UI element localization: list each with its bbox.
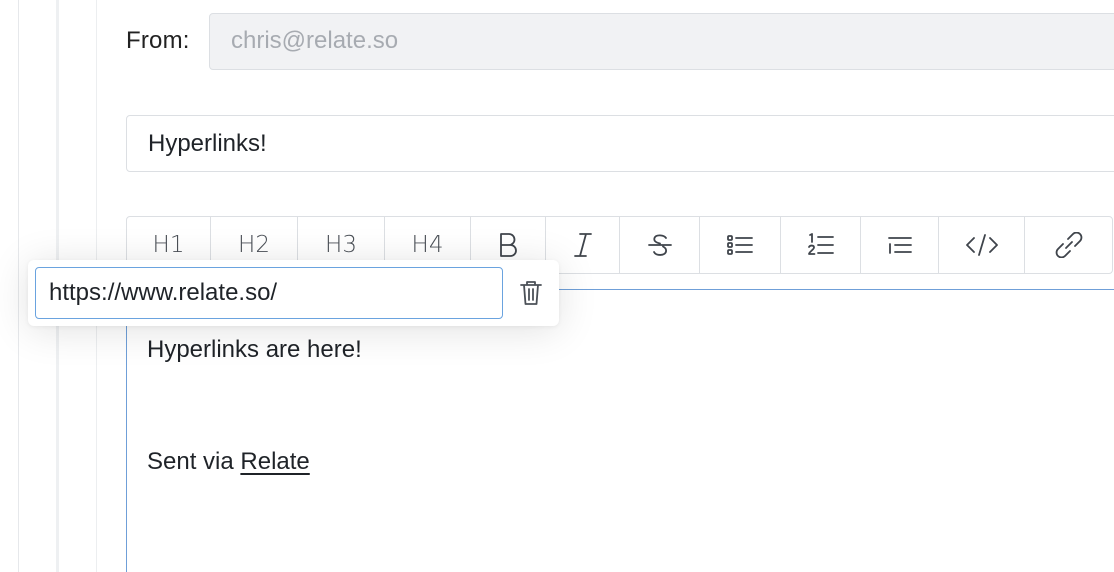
signature-link[interactable]: Relate — [240, 448, 309, 475]
italic-icon — [573, 233, 592, 257]
heading-3-icon: H3 — [325, 232, 357, 258]
code-button[interactable] — [939, 217, 1025, 273]
subject-input[interactable]: Hyperlinks! — [126, 115, 1114, 172]
link-icon — [1055, 232, 1082, 258]
heading-2-icon: H2 — [238, 232, 270, 258]
strikethrough-icon — [647, 234, 672, 256]
message-editor[interactable] — [126, 289, 1114, 572]
message-body-text: Hyperlinks are here! — [147, 336, 362, 363]
indent-list-icon — [887, 237, 912, 254]
heading-1-icon: H1 — [152, 232, 185, 258]
trash-icon[interactable] — [519, 279, 543, 307]
ordered-list-icon — [807, 233, 834, 255]
indent-list-button[interactable] — [861, 217, 939, 273]
from-label: From: — [126, 27, 190, 54]
bold-icon — [500, 233, 517, 257]
heading-4-icon: H4 — [411, 232, 444, 258]
signature: Sent via Relate — [147, 448, 310, 476]
ordered-list-button[interactable] — [781, 217, 861, 273]
signature-prefix: Sent via — [147, 448, 241, 475]
link-button[interactable] — [1025, 217, 1112, 273]
bullet-list-icon — [727, 235, 753, 255]
strikethrough-button[interactable] — [620, 217, 700, 273]
link-edit-popover — [28, 260, 559, 326]
layout-rail — [18, 0, 19, 572]
from-field: chris@relate.so — [209, 13, 1114, 70]
link-url-input[interactable] — [35, 267, 503, 319]
bullet-list-button[interactable] — [700, 217, 781, 273]
code-icon — [965, 234, 998, 256]
